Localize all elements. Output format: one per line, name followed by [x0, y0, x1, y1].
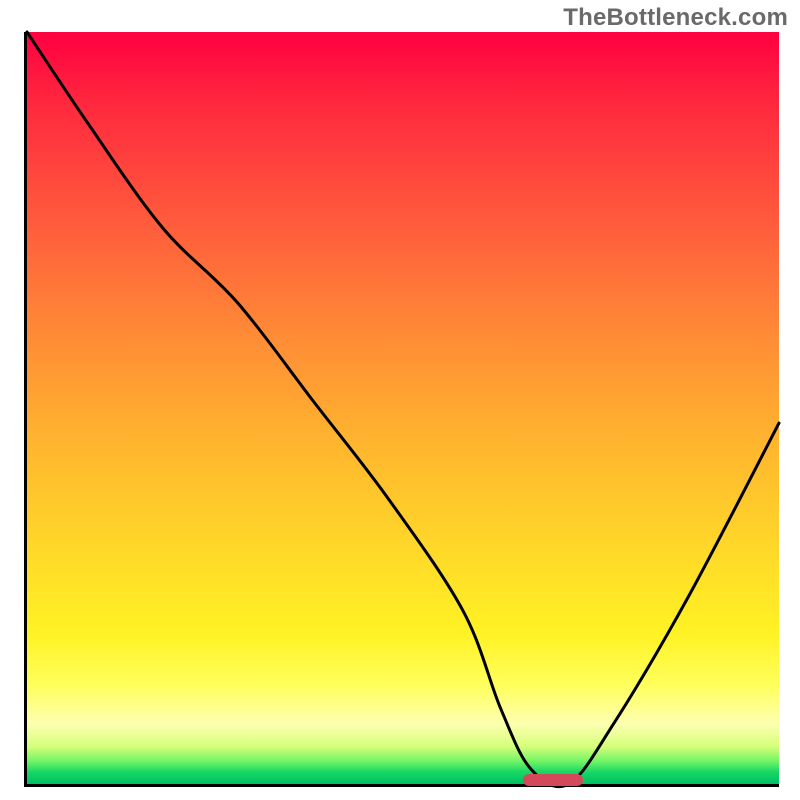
chart-plot-area: [24, 32, 779, 787]
optimal-range-marker: [523, 774, 583, 786]
watermark-text: TheBottleneck.com: [563, 4, 788, 32]
bottleneck-curve: [27, 32, 779, 784]
